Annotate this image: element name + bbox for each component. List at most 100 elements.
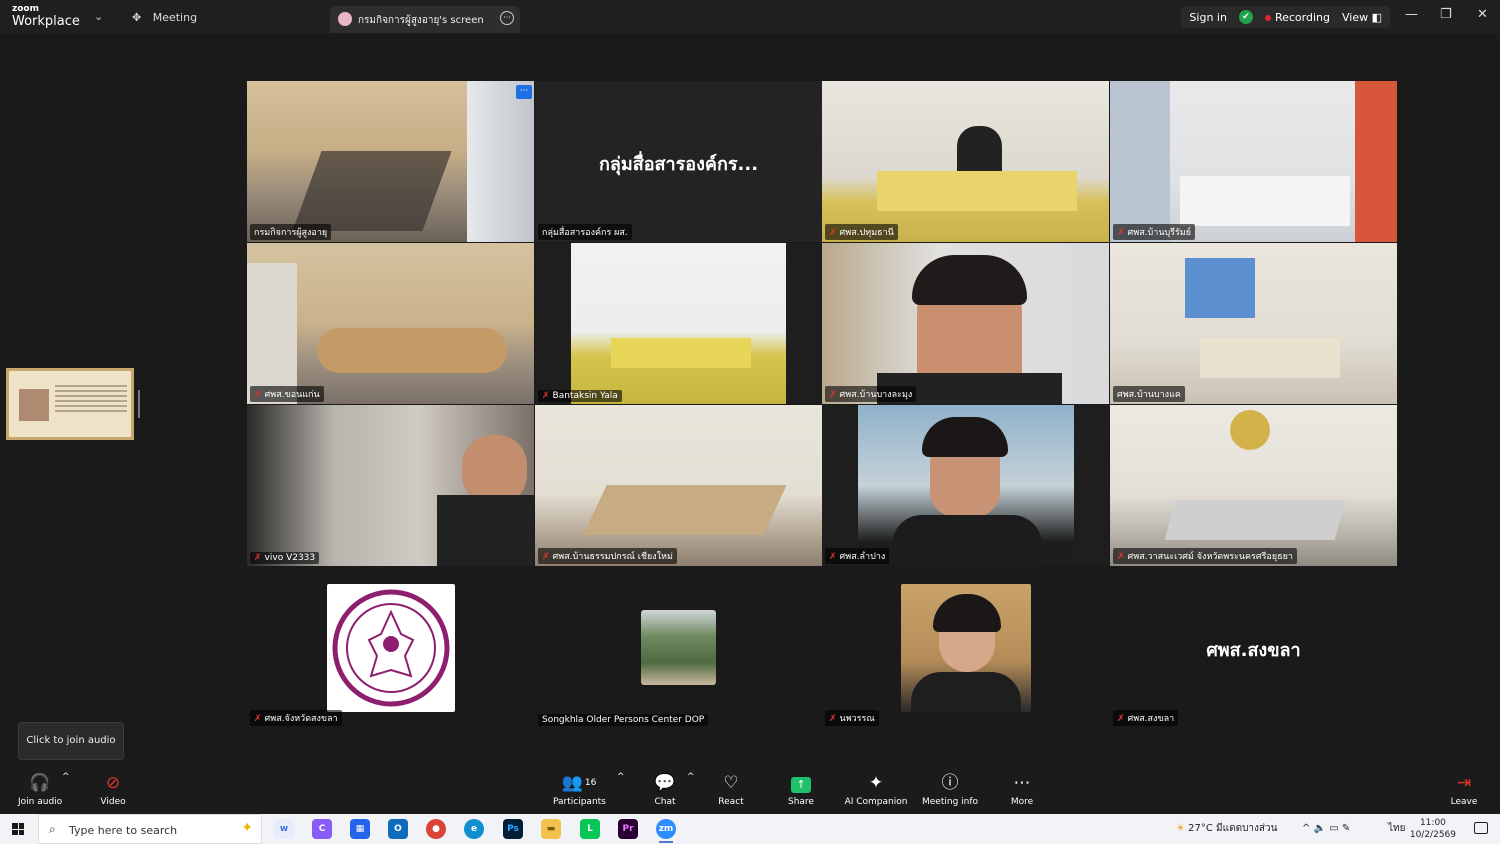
windows-start-icon[interactable] (12, 823, 24, 835)
join-audio-label: Join audio (18, 797, 63, 807)
join-audio-button[interactable]: 🎧 Join audio (18, 772, 62, 807)
thumbnail-drag-handle[interactable] (138, 390, 140, 418)
chevron-down-icon[interactable]: ⌄ (94, 10, 103, 23)
taskbar-app-copilot-icon[interactable]: C (312, 819, 332, 839)
avatar-tile[interactable]: ศพส.สงขลา ✗ ศพส.สงขลา (1110, 567, 1397, 728)
mic-muted-icon: ✗ (254, 714, 262, 724)
taskbar-app-explorer-icon[interactable]: ▬ (541, 819, 561, 839)
video-tile[interactable]: ✗ ศพส.วาสนะเวศม์ จังหวัดพระนครศรีอยุธยา (1110, 405, 1397, 566)
chat-options-caret[interactable]: ^ (687, 772, 695, 782)
notification-icon[interactable] (1474, 822, 1488, 834)
video-tile[interactable]: ✗ ศพส.ลำปาง (822, 405, 1109, 566)
leave-button[interactable]: ⇥ Leave (1450, 772, 1478, 807)
ai-companion-button[interactable]: ✦ AI Companion (844, 772, 908, 807)
taskbar-app-premiere-icon[interactable]: Pr (618, 819, 638, 839)
video-tile[interactable]: ··· กรมกิจการผู้สูงอายุ (247, 81, 534, 242)
shared-screen-thumbnail[interactable] (6, 368, 134, 440)
participant-name: กรมกิจการผู้สูงอายุ (250, 224, 332, 240)
video-tile[interactable]: ✗ ศพส.บ้านบุรีรัมย์ (1110, 81, 1397, 242)
participants-options-caret[interactable]: ^ (617, 772, 625, 782)
share-button[interactable]: ↑ Share (786, 772, 816, 807)
chat-icon: 💬 (654, 773, 676, 793)
taskbar-app-edge-icon[interactable]: e (464, 819, 484, 839)
zoom-logo[interactable]: zoom Workplace (12, 4, 80, 28)
meeting-info-label: Meeting info (922, 797, 979, 807)
avatar (901, 584, 1031, 712)
weather-widget[interactable]: ☀ 27°C มีแดดบางส่วน (1176, 814, 1277, 844)
video-tile[interactable]: ✗ ศพส.บ้านบางละมุง (822, 243, 1109, 404)
minimize-button[interactable]: — (1405, 7, 1418, 22)
info-icon: ⓘ (941, 773, 959, 793)
more-icon: ⋯ (1013, 773, 1031, 793)
share-label: Share (788, 797, 814, 807)
chat-button[interactable]: 💬 Chat (650, 772, 680, 807)
video-tile[interactable]: ✗ vivo V2333 (247, 405, 534, 566)
meeting-info-button[interactable]: ⓘ Meeting info (922, 772, 978, 807)
more-button[interactable]: ⋯ More (1008, 772, 1036, 807)
weather-text: 27°C มีแดดบางส่วน (1188, 823, 1278, 834)
system-tray-icons[interactable]: ^ 🔈 ▭ ✎ (1302, 814, 1350, 844)
meeting-toolbar: 🎧 Join audio ^ ⊘ Video 👥 16 Participants … (0, 768, 1500, 814)
headphones-icon: 🎧 (29, 773, 51, 793)
more-options-icon[interactable]: ··· (500, 11, 514, 25)
taskbar-app-outlook-icon[interactable]: O (388, 819, 408, 839)
mic-muted-icon: ✗ (829, 552, 837, 562)
video-tile[interactable]: ✗ ศพส.ขอนแก่น (247, 243, 534, 404)
participant-display-name: ศพส.สงขลา (1206, 640, 1301, 661)
tile-more-button[interactable]: ··· (516, 85, 532, 99)
taskbar-app-photoshop-icon[interactable]: Ps (503, 819, 523, 839)
participant-name: ✗ ศพส.วาสนะเวศม์ จังหวัดพระนครศรีอยุธยา (1113, 548, 1297, 564)
clock-time: 11:00 (1419, 818, 1446, 828)
heart-icon: ♡ (723, 773, 739, 793)
taskbar-app-word-icon[interactable]: w (274, 819, 294, 839)
language-indicator[interactable]: ไทย (1388, 814, 1405, 844)
video-tile[interactable]: ✗ ศพส.บ้านธรรมปกรณ์ เชียงใหม่ (535, 405, 822, 566)
participant-name: Songkhla Older Persons Center DOP (538, 714, 709, 726)
mic-muted-icon: ✗ (1117, 714, 1125, 724)
participant-name: ✗ ศพส.บ้านบุรีรัมย์ (1113, 224, 1196, 240)
mic-muted-icon: ✗ (1117, 228, 1125, 238)
leave-icon: ⇥ (1456, 773, 1472, 793)
avatar-tile[interactable]: Songkhla Older Persons Center DOP (535, 567, 822, 728)
meeting-tab[interactable]: ✥ Meeting (132, 11, 197, 24)
video-label: Video (100, 797, 126, 807)
react-label: React (718, 797, 744, 807)
react-button[interactable]: ♡ React (716, 772, 746, 807)
taskbar-app-chrome-icon[interactable]: ● (426, 819, 446, 839)
participants-button[interactable]: 👥 16 Participants (553, 772, 606, 807)
participant-name-text: ศพส.จังหวัดสงขลา (264, 714, 338, 724)
weather-icon: ☀ (1176, 823, 1185, 834)
taskbar-app-line-icon[interactable]: L (580, 819, 600, 839)
ai-companion-label: AI Companion (844, 797, 908, 807)
shared-screen-tab[interactable]: กรมกิจการผู้สูงอายุ's screen ··· (330, 6, 520, 33)
sign-in-button[interactable]: Sign in (1189, 11, 1227, 24)
clock-date: 10/2/2569 (1409, 830, 1456, 840)
video-button[interactable]: ⊘ Video (98, 772, 128, 807)
view-button[interactable]: View ◧ (1342, 11, 1382, 24)
taskbar-app-store-icon[interactable]: ▦ (350, 819, 370, 839)
avatar-tile[interactable]: ✗ นพวรรณ (822, 567, 1109, 728)
avatar-icon (338, 12, 352, 26)
participant-name: ✗ ศพส.ปทุมธานี (825, 224, 898, 240)
participants-icon: 👥 16 (561, 773, 597, 793)
mic-muted-icon: ✗ (1117, 552, 1125, 562)
system-clock[interactable]: 11:00 10/2/2569 (1410, 817, 1456, 841)
video-tile[interactable]: ✗ ศพส.ปทุมธานี (822, 81, 1109, 242)
video-tile[interactable]: ✗ Bantaksin Yala (535, 243, 822, 404)
recording-indicator[interactable]: Recording (1264, 11, 1330, 24)
taskbar-search-input[interactable]: ⌕ Type here to search ✦ (38, 814, 262, 844)
avatar-tile[interactable]: ✗ ศพส.จังหวัดสงขลา (247, 567, 534, 728)
mic-muted-icon: ✗ (254, 553, 262, 563)
taskbar-app-zoom-icon[interactable]: zm (656, 819, 676, 839)
join-audio-tooltip: Click to join audio (18, 722, 124, 760)
participant-name: ✗ นพวรรณ (825, 710, 879, 726)
maximize-button[interactable]: ❐ (1440, 7, 1452, 22)
encryption-shield-icon[interactable]: ✔ (1238, 10, 1253, 24)
participant-name: ✗ ศพส.บ้านบางละมุง (825, 386, 917, 402)
audio-options-caret[interactable]: ^ (62, 772, 70, 782)
participant-name-text: ศพส.วาสนะเวศม์ จังหวัดพระนครศรีอยุธยา (1127, 552, 1293, 562)
close-button[interactable]: ✕ (1477, 7, 1488, 22)
video-tile[interactable]: กลุ่มสื่อสารองค์กร... กลุ่มสื่อสารองค์กร… (535, 81, 822, 242)
chat-label: Chat (654, 797, 676, 807)
video-tile-active-speaker[interactable]: ศพส.บ้านบางแค (1110, 243, 1397, 404)
